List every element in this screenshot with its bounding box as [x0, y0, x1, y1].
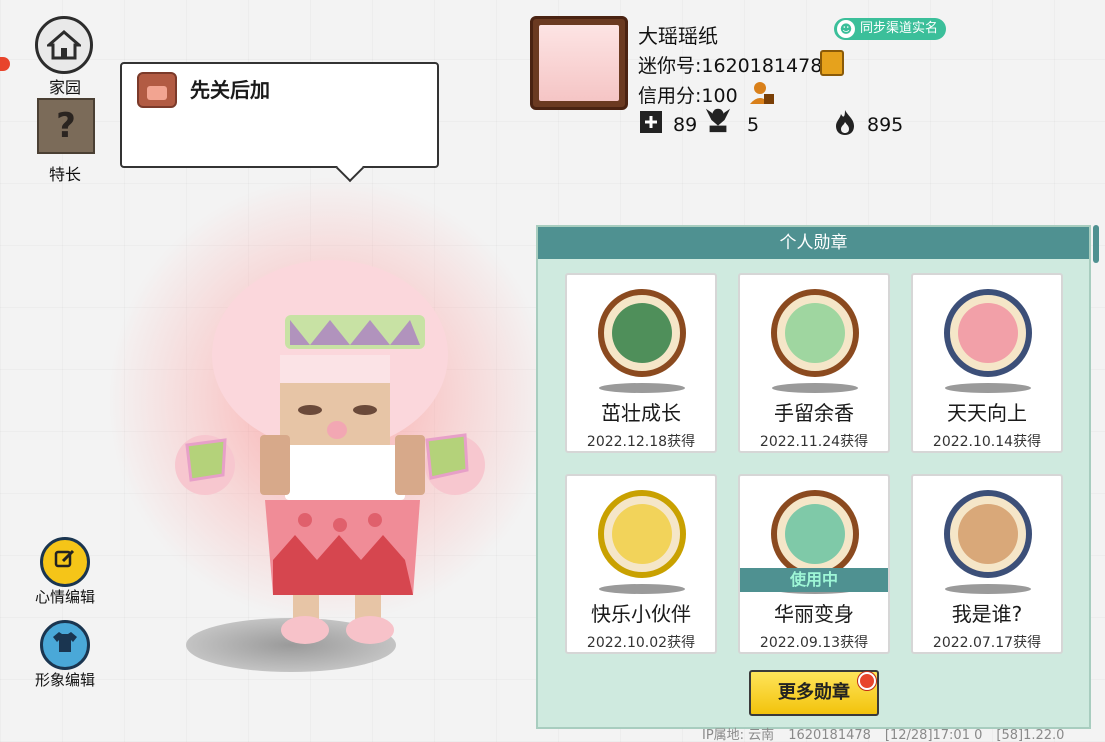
medal-card[interactable]: 手留余香 2022.11.24获得 [738, 273, 890, 453]
medal-icon [944, 490, 1032, 578]
footer-uid: 1620181478 [788, 728, 871, 742]
friends-count: 89 [673, 114, 698, 136]
medal-card[interactable]: 使用中华丽变身 2022.09.13获得 [738, 474, 890, 654]
medal-card[interactable]: 天天向上 2022.10.14获得 [911, 273, 1063, 453]
mood-edit-button[interactable] [40, 537, 90, 587]
medal-title: 手留余香 [774, 401, 854, 425]
medal-shadow [772, 383, 858, 393]
plus-icon [637, 108, 665, 136]
medal-date: 2022.12.18获得 [586, 434, 696, 450]
medal-icon [598, 289, 686, 377]
footer-status: IP属地: 云南 1620181478 [12/28]17:01 0 [58]1.22… [702, 724, 1078, 742]
medal-icon [771, 289, 859, 377]
specialty-button[interactable]: ? [37, 98, 95, 154]
medal-shadow [945, 383, 1031, 393]
medal-emblem [785, 504, 845, 564]
medal-shadow [599, 383, 685, 393]
medal-emblem [958, 504, 1018, 564]
question-mark-icon: ? [56, 106, 76, 146]
medal-title: 华丽变身 [774, 602, 854, 626]
medal-date: 2022.10.14获得 [932, 434, 1042, 450]
medal-date: 2022.07.17获得 [932, 635, 1042, 651]
footer-time: [12/28]17:01 0 [884, 728, 983, 742]
medal-shadow [599, 584, 685, 594]
verify-badge[interactable]: ☻ 同步渠道实名 [834, 18, 947, 40]
medal-date: 2022.11.24获得 [759, 434, 869, 450]
more-medals-notification-dot [858, 672, 876, 690]
credit-person-icon[interactable] [748, 80, 776, 106]
avatar-edit-label: 形象编辑 [34, 671, 95, 689]
avatar-edit-button[interactable] [40, 620, 90, 670]
avatar-character[interactable] [165, 230, 515, 650]
medal-title: 茁壮成长 [601, 401, 681, 425]
medal-card[interactable]: 我是谁? 2022.07.17获得 [911, 474, 1063, 654]
medal-card[interactable]: 快乐小伙伴 2022.10.02获得 [565, 474, 717, 654]
medal-emblem [612, 504, 672, 564]
pencil-icon [53, 547, 77, 577]
person-check-icon: ☻ [837, 20, 855, 38]
ip-location: IP属地: 云南 [702, 728, 775, 742]
mood-text: 先关后加 [190, 78, 270, 102]
medal-emblem [958, 303, 1018, 363]
medal-icon [598, 490, 686, 578]
credit-score: 信用分:100 [638, 85, 738, 107]
avatar [539, 25, 619, 101]
medal-panel-title: 个人勋章 [538, 227, 1089, 259]
panel-scrollbar[interactable] [1093, 225, 1099, 263]
footer-version: [58]1.22.0 [996, 728, 1065, 742]
fire-icon [831, 108, 859, 136]
player-name: 大瑶瑶纸 [638, 24, 718, 48]
medal-date: 2022.10.02获得 [586, 635, 696, 651]
fans-icon [704, 106, 732, 134]
medal-shadow [945, 584, 1031, 594]
shirt-icon [51, 630, 79, 660]
home-label: 家园 [48, 78, 81, 97]
mood-bubble[interactable]: 先关后加 [120, 62, 439, 168]
medal-date: 2022.09.13获得 [759, 635, 869, 651]
medal-emblem [785, 303, 845, 363]
medal-title: 天天向上 [947, 401, 1027, 425]
medal-emblem [612, 303, 672, 363]
fans-count: 5 [747, 114, 760, 136]
medal-card[interactable]: 茁壮成长 2022.12.18获得 [565, 273, 717, 453]
profile-portrait[interactable] [530, 16, 628, 110]
verify-badge-label: 同步渠道实名 [860, 21, 939, 36]
home-button[interactable] [35, 16, 93, 74]
notification-dot [0, 57, 10, 71]
medal-icon [771, 490, 859, 578]
copy-icon[interactable] [820, 50, 844, 76]
mood-edit-label: 心情编辑 [34, 588, 95, 606]
house-icon [35, 16, 93, 74]
in-use-label: 使用中 [740, 568, 888, 592]
specialty-label: 特长 [48, 165, 81, 184]
medal-title: 我是谁? [951, 602, 1023, 626]
mini-id: 迷你号:1620181478 [638, 55, 823, 77]
medal-title: 快乐小伙伴 [591, 602, 691, 626]
medal-icon [944, 289, 1032, 377]
chest-icon [137, 72, 177, 108]
popularity-count: 895 [867, 114, 904, 136]
